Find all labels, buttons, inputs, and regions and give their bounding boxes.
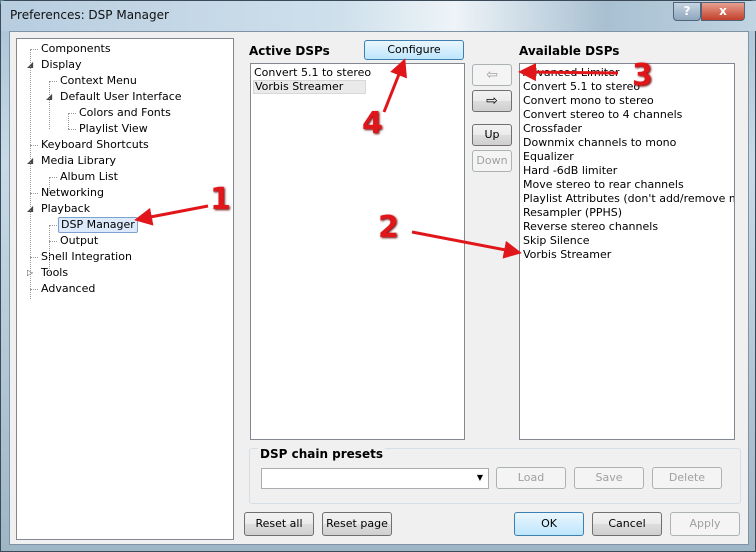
annotation-label-2: 2 [378,210,399,245]
annotation-label-1: 1 [210,182,231,217]
annotation-arrow-1 [134,204,209,226]
annotation-arrow-3 [518,63,619,82]
annotation-label-3: 3 [632,58,653,93]
annotation-arrow-4 [382,58,407,113]
annotation-arrow-2 [411,230,522,259]
annotation-label-4: 4 [362,106,383,141]
